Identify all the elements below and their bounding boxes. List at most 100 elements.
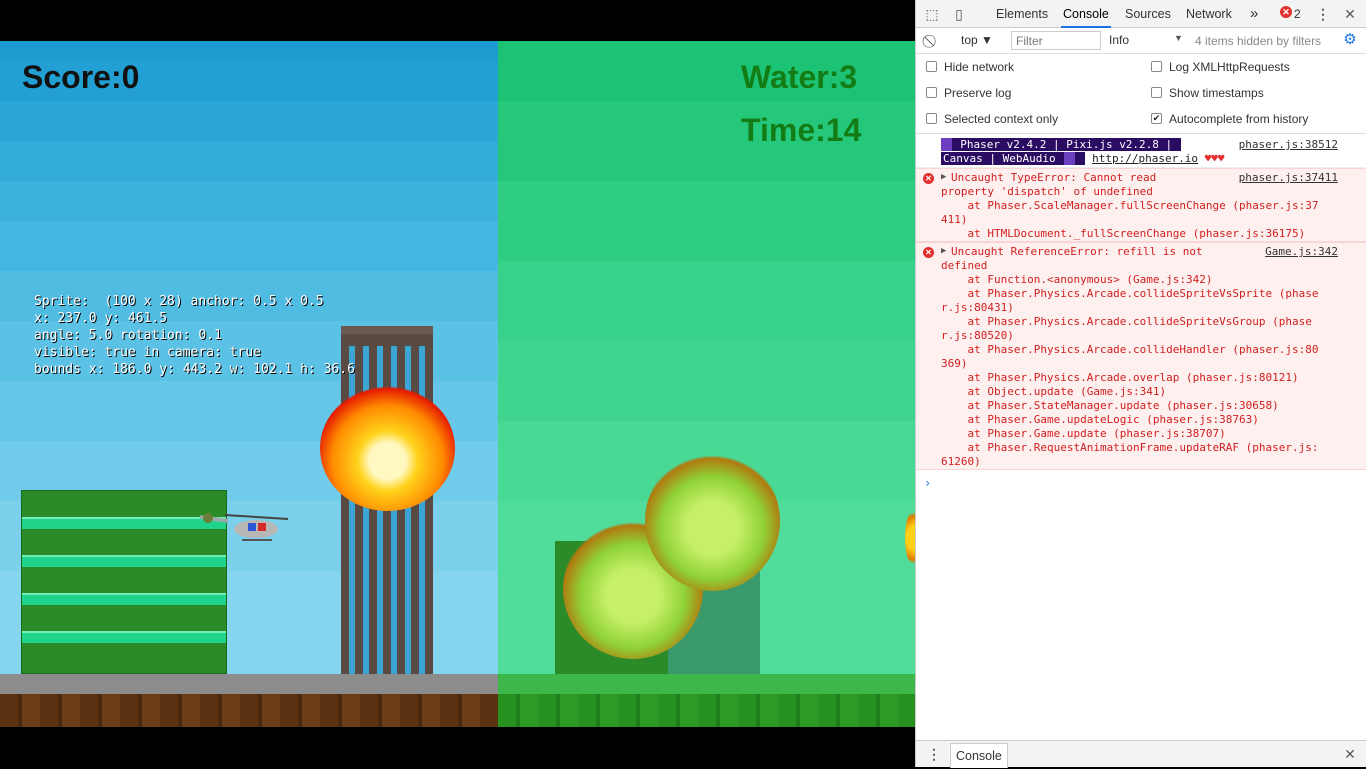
tab-console[interactable]: Console <box>1061 0 1111 28</box>
water-label: Water:3 <box>741 59 858 95</box>
banner-line: Phaser v2.4.2 | Pixi.js v2.2.8 | <box>941 138 1181 152</box>
error-line: at Phaser.Game.update (phaser.js:38707) <box>941 427 1226 440</box>
level-dropdown-arrow-icon[interactable]: ▼ <box>1174 33 1183 43</box>
error-line: property 'dispatch' of undefined <box>941 185 1153 198</box>
banner-block <box>1074 152 1086 165</box>
error-line: at Phaser.RequestAnimationFrame.updateRA… <box>941 441 1319 454</box>
log-message-banner: Phaser v2.4.2 | Pixi.js v2.2.8 | Canvas … <box>916 134 1366 168</box>
banner-text: Phaser v2.4.2 | Pixi.js v2.2.8 | <box>951 138 1181 151</box>
game-canvas[interactable]: Score:0 Water:3 Time:14 Sprite: (100 x 2… <box>0 41 915 727</box>
option-label: Hide network <box>944 60 1015 74</box>
drawer-menu-icon[interactable]: ⋮ <box>926 746 942 762</box>
option-hide-network[interactable]: Hide network <box>926 58 1014 76</box>
error-line: r.js:80431) <box>941 301 1014 314</box>
console-messages: Phaser v2.4.2 | Pixi.js v2.2.8 | Canvas … <box>916 134 1366 740</box>
tab-sources[interactable]: Sources <box>1123 0 1173 28</box>
game-viewport[interactable]: Score:0 Water:3 Time:14 Sprite: (100 x 2… <box>0 0 915 767</box>
error-line: 369) <box>941 357 968 370</box>
dropdown-arrow-icon: ▼ <box>981 33 993 47</box>
devtools-toolbar: ⬚ ▯ Elements Console Sources Network » ✕… <box>916 0 1366 28</box>
road-left <box>0 674 498 694</box>
banner-text: Canvas | WebAudio <box>941 152 1065 165</box>
tab-network[interactable]: Network <box>1184 0 1234 28</box>
option-selected-context[interactable]: Selected context only <box>926 110 1058 128</box>
tab-elements[interactable]: Elements <box>994 0 1050 28</box>
checkbox[interactable] <box>1151 87 1162 98</box>
expand-arrow-icon[interactable]: ▶ <box>941 246 946 256</box>
debug-line: x: 237.0 y: 461.5 <box>34 311 168 326</box>
fire-sprite <box>320 386 455 511</box>
error-icon[interactable]: ✕ <box>1280 6 1292 18</box>
building-stripe <box>22 593 226 605</box>
banner-block <box>1064 152 1075 165</box>
phaser-link[interactable]: http://phaser.io <box>1092 152 1198 165</box>
source-link[interactable]: phaser.js:38512 <box>1239 138 1338 152</box>
error-line: at Phaser.Physics.Arcade.collideSpriteVs… <box>941 315 1312 328</box>
option-label: Preserve log <box>944 86 1012 100</box>
checkbox-checked[interactable]: ✔ <box>1151 113 1162 124</box>
error-line: at Function.<anonymous> (Game.js:342) <box>941 273 1213 286</box>
error-line: at HTMLDocument._fullScreenChange (phase… <box>941 227 1306 240</box>
error-line: 411) <box>941 213 968 226</box>
checkbox[interactable] <box>926 113 937 124</box>
debug-line: angle: 5.0 rotation: 0.1 <box>34 328 222 343</box>
banner-block <box>941 138 952 151</box>
checkbox[interactable] <box>926 87 937 98</box>
error-line: at Phaser.Game.updateLogic (phaser.js:38… <box>941 413 1259 426</box>
log-level-select[interactable]: Info <box>1109 33 1129 47</box>
score-label: Score:0 <box>22 59 140 95</box>
checkbox[interactable] <box>1151 61 1162 72</box>
road-right <box>498 674 915 694</box>
time-label: Time:14 <box>741 112 862 148</box>
hearts-text: ♥♥♥ <box>1204 152 1225 165</box>
ground-right <box>498 694 915 727</box>
error-message: ✕ ▶ Uncaught ReferenceError: refill is n… <box>916 242 1366 470</box>
source-link[interactable]: Game.js:342 <box>1265 245 1338 259</box>
error-line: 61260) <box>941 455 981 468</box>
drawer-close-icon[interactable]: ✕ <box>1342 746 1358 762</box>
device-toggle-icon[interactable]: ▯ <box>951 6 967 22</box>
debug-line: bounds x: 186.0 y: 443.2 w: 102.1 h: 36.… <box>34 362 355 377</box>
console-options: Hide network Log XMLHttpRequests Preserv… <box>916 54 1366 134</box>
debug-line: visible: true in camera: true <box>34 345 261 360</box>
inspect-element-icon[interactable]: ⬚ <box>924 6 940 22</box>
error-icon: ✕ <box>923 247 934 258</box>
source-link[interactable]: phaser.js:37411 <box>1239 171 1338 185</box>
kebab-menu-icon[interactable]: ⋮ <box>1315 6 1331 22</box>
option-label: Log XMLHttpRequests <box>1169 60 1290 74</box>
debug-line: Sprite: (100 x 28) anchor: 0.5 x 0.5 <box>34 294 324 309</box>
hidden-items-note: 4 items hidden by filters <box>1195 34 1322 48</box>
building-stripe <box>22 631 226 643</box>
more-tabs-icon[interactable]: » <box>1248 0 1260 28</box>
settings-gear-icon[interactable]: ⚙ <box>1342 32 1358 48</box>
error-line: at Phaser.Physics.Arcade.overlap (phaser… <box>941 371 1299 384</box>
error-line: at Phaser.Physics.Arcade.collideSpriteVs… <box>941 287 1319 300</box>
error-count[interactable]: 2 <box>1294 0 1301 28</box>
checkbox[interactable] <box>926 61 937 72</box>
clear-console-icon[interactable]: ⃠ <box>924 33 940 49</box>
console-prompt-icon[interactable]: › <box>924 476 931 490</box>
option-preserve-log[interactable]: Preserve log <box>926 84 1011 102</box>
error-line: at Object.update (Game.js:341) <box>941 385 1167 398</box>
error-line: Uncaught ReferenceError: refill is not <box>951 245 1203 258</box>
option-log-xhr[interactable]: Log XMLHttpRequests <box>1151 58 1290 76</box>
error-line: defined <box>941 259 988 272</box>
context-select[interactable]: top ▼ <box>961 33 993 47</box>
context-select-value: top <box>961 33 978 47</box>
building-stripe <box>22 555 226 567</box>
smoke-sprite <box>645 451 780 591</box>
option-show-timestamps[interactable]: Show timestamps <box>1151 84 1264 102</box>
expand-arrow-icon[interactable]: ▶ <box>941 172 946 182</box>
error-line: at Phaser.StateManager.update (phaser.js… <box>941 399 1279 412</box>
banner-line: Canvas | WebAudio http://phaser.io ♥♥♥ <box>941 152 1225 166</box>
filter-input[interactable] <box>1011 31 1101 50</box>
option-label: Selected context only <box>944 112 1059 126</box>
error-line: Uncaught TypeError: Cannot read <box>951 171 1157 184</box>
console-drawer: ⋮ Console ✕ <box>916 740 1366 768</box>
close-icon[interactable]: ✕ <box>1342 6 1358 22</box>
option-autocomplete[interactable]: ✔ Autocomplete from history <box>1151 110 1308 128</box>
drawer-tab-console[interactable]: Console <box>950 743 1008 768</box>
sprite-debug-info: Sprite: (100 x 28) anchor: 0.5 x 0.5 x: 2… <box>34 293 355 378</box>
error-line: at Phaser.ScaleManager.fullScreenChange … <box>941 199 1319 212</box>
option-label: Show timestamps <box>1169 86 1264 100</box>
